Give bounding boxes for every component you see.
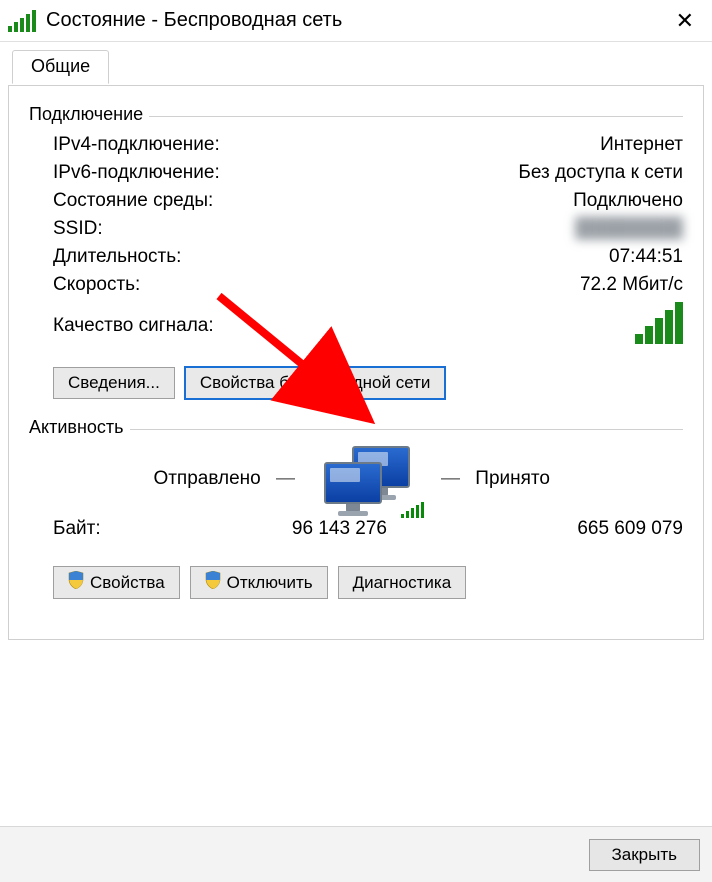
ipv4-value: Интернет — [600, 134, 683, 156]
ipv4-label: IPv4-подключение: — [53, 134, 220, 156]
signal-bars-icon — [635, 302, 683, 344]
signal-quality-label: Качество сигнала: — [53, 315, 214, 337]
media-state-label: Состояние среды: — [53, 190, 213, 212]
ipv6-value: Без доступа к сети — [518, 162, 683, 184]
speed-value: 72.2 Мбит/с — [580, 274, 683, 296]
ssid-value: ████████ — [575, 218, 683, 240]
shield-icon — [68, 571, 84, 594]
tab-general[interactable]: Общие — [12, 50, 109, 84]
wireless-properties-button[interactable]: Свойства беспроводной сети — [185, 367, 446, 399]
tab-strip: Общие — [8, 50, 704, 86]
signal-bars-icon — [8, 10, 36, 32]
bytes-received-value: 665 609 079 — [433, 518, 683, 540]
bytes-label: Байт: — [53, 518, 143, 540]
panel-general: Подключение IPv4-подключение: Интернет IP… — [8, 85, 704, 640]
window-title: Состояние - Беспроводная сеть — [46, 9, 668, 32]
group-activity: Активность Отправлено — — [29, 417, 683, 599]
network-computers-icon — [318, 446, 418, 512]
received-label: Принято — [475, 468, 550, 489]
bytes-sent-value: 96 143 276 — [143, 518, 393, 540]
close-button[interactable]: ✕ — [668, 10, 702, 32]
group-activity-label: Активность — [29, 417, 130, 438]
group-connection: Подключение IPv4-подключение: Интернет IP… — [29, 104, 683, 399]
diagnose-button[interactable]: Диагностика — [338, 566, 467, 599]
shield-icon — [205, 571, 221, 594]
group-connection-label: Подключение — [29, 104, 149, 125]
duration-value: 07:44:51 — [609, 246, 683, 268]
signal-bars-icon — [401, 502, 424, 518]
duration-label: Длительность: — [53, 246, 181, 268]
titlebar: Состояние - Беспроводная сеть ✕ — [0, 0, 712, 42]
details-button[interactable]: Сведения... — [53, 367, 175, 399]
ipv6-label: IPv6-подключение: — [53, 162, 220, 184]
footer: Закрыть — [0, 826, 712, 882]
signal-quality-value — [635, 302, 683, 350]
ssid-label: SSID: — [53, 218, 103, 240]
properties-button[interactable]: Свойства — [53, 566, 180, 599]
sent-label: Отправлено — [153, 468, 260, 489]
close-dialog-button[interactable]: Закрыть — [589, 839, 700, 871]
speed-label: Скорость: — [53, 274, 140, 296]
media-state-value: Подключено — [573, 190, 683, 212]
disable-button[interactable]: Отключить — [190, 566, 328, 599]
